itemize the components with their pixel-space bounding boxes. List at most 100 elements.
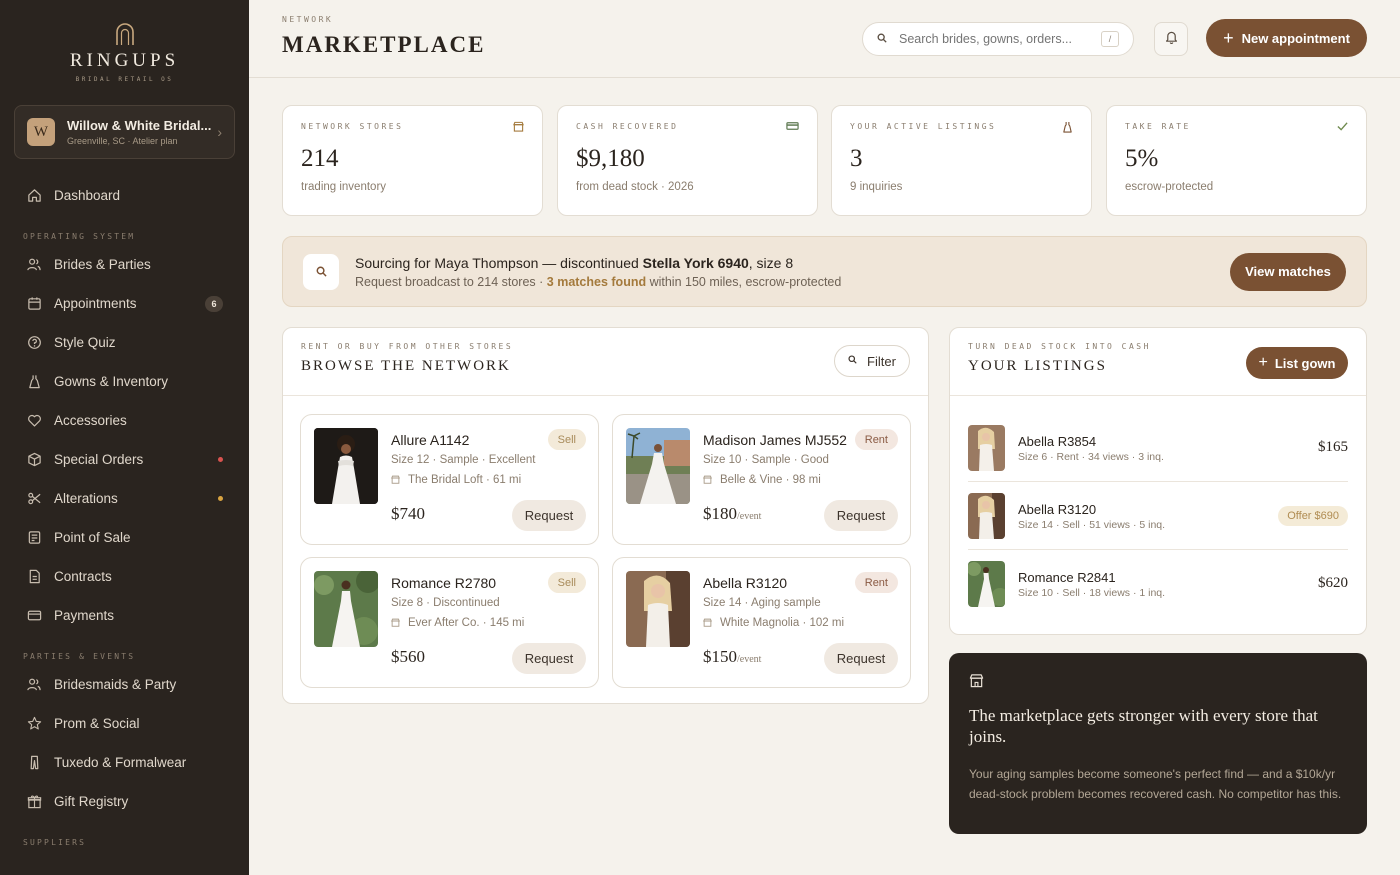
request-button[interactable]: Request bbox=[824, 643, 898, 674]
store-icon bbox=[391, 475, 400, 486]
brand[interactable]: RINGUPS BRIDAL RETAIL OS bbox=[0, 0, 249, 83]
store-icon bbox=[391, 618, 400, 629]
gown-price: $740 bbox=[391, 504, 425, 524]
store-icon bbox=[969, 673, 1347, 691]
gown-meta: Size 14 · Aging sample bbox=[703, 597, 821, 609]
package-icon bbox=[26, 452, 42, 468]
gown-store-label: Ever After Co. · 145 mi bbox=[408, 617, 525, 629]
check-icon bbox=[1337, 121, 1348, 134]
sidebar-item-label: Accessories bbox=[54, 413, 127, 428]
sidebar-item-tuxedo[interactable]: Tuxedo & Formalwear bbox=[0, 743, 249, 782]
notifications-button[interactable] bbox=[1154, 22, 1188, 56]
listing-type-badge: Rent bbox=[854, 429, 898, 450]
offer-badge[interactable]: Offer $690 bbox=[1278, 506, 1348, 526]
gown-photo bbox=[968, 425, 1005, 471]
listing-row[interactable]: Romance R2841 Size 10 · Sell · 18 views … bbox=[968, 561, 1348, 629]
stat-label: NETWORK STORES bbox=[301, 122, 404, 131]
sidebar-item-accessories[interactable]: Accessories bbox=[0, 401, 249, 440]
special-orders-status-dot bbox=[218, 457, 223, 462]
gown-name: Allure A1142 bbox=[391, 432, 470, 448]
network-gown-card[interactable]: Madison James MJ552 Rent Size 10 · Sampl… bbox=[612, 414, 911, 545]
sidebar-item-gift-registry[interactable]: Gift Registry bbox=[0, 782, 249, 821]
gown-store: The Bridal Loft · 61 mi bbox=[391, 474, 521, 486]
stat-subtext: from dead stock · 2026 bbox=[576, 181, 694, 193]
sidebar-item-brides[interactable]: Brides & Parties bbox=[0, 245, 249, 284]
sidebar-item-dashboard[interactable]: Dashboard bbox=[0, 176, 249, 215]
stat-card-active-listings: YOUR ACTIVE LISTINGS 3 9 inquiries bbox=[831, 105, 1092, 216]
nav-section-parties: PARTIES & EVENTS bbox=[23, 652, 136, 661]
sidebar-item-pos[interactable]: Point of Sale bbox=[0, 518, 249, 557]
request-button[interactable]: Request bbox=[512, 643, 586, 674]
document-icon bbox=[26, 569, 42, 585]
gown-price: $150/event bbox=[703, 647, 761, 667]
sidebar-item-special-orders[interactable]: Special Orders bbox=[0, 440, 249, 479]
network-gown-card[interactable]: Allure A1142 Sell Size 12 · Sample · Exc… bbox=[300, 414, 599, 545]
sourcing-size: , size 8 bbox=[748, 254, 794, 271]
sidebar-item-payments[interactable]: Payments bbox=[0, 596, 249, 635]
promo-title: The marketplace gets stronger with every… bbox=[969, 706, 1318, 746]
view-matches-button[interactable]: View matches bbox=[1230, 252, 1346, 291]
sourcing-headline-text: Sourcing for Maya Thompson — discontinue… bbox=[355, 254, 643, 271]
gown-photo bbox=[968, 493, 1005, 539]
matches-found-count: 3 matches found bbox=[546, 274, 647, 289]
calendar-icon bbox=[26, 296, 42, 312]
gown-price-unit: /event bbox=[737, 511, 762, 522]
stat-card-network-stores: NETWORK STORES 214 trading inventory bbox=[282, 105, 543, 216]
top-bar: NETWORK MARKETPLACE / + New appointment bbox=[249, 0, 1400, 78]
sidebar-item-contracts[interactable]: Contracts bbox=[0, 557, 249, 596]
listing-meta: Size 14 · Sell · 51 views · 5 inq. bbox=[1018, 519, 1166, 531]
sidebar-item-prom[interactable]: Prom & Social bbox=[0, 704, 249, 743]
trousers-icon bbox=[26, 755, 42, 771]
sidebar-item-label: Prom & Social bbox=[54, 716, 140, 731]
bell-icon bbox=[1165, 30, 1178, 49]
brand-name: RINGUPS bbox=[69, 50, 180, 71]
sidebar-item-label: Tuxedo & Formalwear bbox=[54, 755, 187, 770]
store-switcher[interactable]: W Willow & White Bridal... Greenville, S… bbox=[14, 105, 235, 159]
network-gown-card[interactable]: Romance R2780 Sell Size 8 · Discontinued… bbox=[300, 557, 599, 688]
scissors-icon bbox=[26, 491, 42, 507]
home-icon bbox=[26, 188, 42, 204]
request-button[interactable]: Request bbox=[824, 500, 898, 531]
stat-subtext: trading inventory bbox=[301, 181, 387, 193]
sidebar-item-style-quiz[interactable]: Style Quiz bbox=[0, 323, 249, 362]
dress-icon bbox=[1062, 121, 1073, 136]
sidebar-item-label: Gowns & Inventory bbox=[54, 374, 169, 389]
search-input[interactable] bbox=[899, 32, 1101, 46]
filter-button[interactable]: Filter bbox=[834, 345, 910, 377]
list-gown-button[interactable]: + List gown bbox=[1246, 347, 1348, 379]
browse-network-panel: RENT OR BUY FROM OTHER STORES BROWSE THE… bbox=[282, 327, 929, 704]
gown-store-label: The Bridal Loft · 61 mi bbox=[408, 474, 522, 486]
stat-value: 214 bbox=[301, 145, 339, 172]
sidebar-item-label: Brides & Parties bbox=[54, 257, 151, 272]
gown-photo bbox=[626, 428, 690, 504]
sidebar-item-gowns[interactable]: Gowns & Inventory bbox=[0, 362, 249, 401]
sidebar-item-alterations[interactable]: Alterations bbox=[0, 479, 249, 518]
gown-price-unit: /event bbox=[737, 654, 762, 665]
gift-icon bbox=[26, 794, 42, 810]
sidebar-item-bridesmaids[interactable]: Bridesmaids & Party bbox=[0, 665, 249, 704]
stat-value: 5% bbox=[1125, 145, 1159, 172]
listing-name: Abella R3120 bbox=[1018, 502, 1097, 517]
store-icon bbox=[703, 475, 712, 486]
gown-price-value: $180 bbox=[703, 504, 737, 523]
gown-store: White Magnolia · 102 mi bbox=[703, 617, 844, 629]
sidebar-item-appointments[interactable]: Appointments 6 bbox=[0, 284, 249, 323]
gown-price-value: $560 bbox=[391, 647, 425, 666]
stat-label: TAKE RATE bbox=[1125, 122, 1191, 131]
request-button[interactable]: Request bbox=[512, 500, 586, 531]
star-icon bbox=[26, 716, 42, 732]
sidebar-item-label: Dashboard bbox=[54, 188, 121, 203]
gown-meta: Size 10 · Sample · Good bbox=[703, 454, 829, 466]
sidebar-item-label: Gift Registry bbox=[54, 794, 129, 809]
your-listings-panel: TURN DEAD STOCK INTO CASH YOUR LISTINGS … bbox=[949, 327, 1367, 635]
listing-row[interactable]: Abella R3854 Size 6 · Rent · 34 views · … bbox=[968, 425, 1348, 493]
search-box[interactable]: / bbox=[862, 22, 1134, 56]
plus-icon: + bbox=[1223, 28, 1234, 48]
new-appointment-button[interactable]: + New appointment bbox=[1206, 19, 1367, 57]
new-appointment-label: New appointment bbox=[1241, 30, 1350, 46]
stat-card-cash-recovered: CASH RECOVERED $9,180 from dead stock · … bbox=[557, 105, 818, 216]
filter-label: Filter bbox=[867, 353, 896, 369]
listing-row[interactable]: Abella R3120 Size 14 · Sell · 51 views ·… bbox=[968, 493, 1348, 561]
network-gown-card[interactable]: Abella R3120 Rent Size 14 · Aging sample… bbox=[612, 557, 911, 688]
store-icon bbox=[703, 618, 712, 629]
